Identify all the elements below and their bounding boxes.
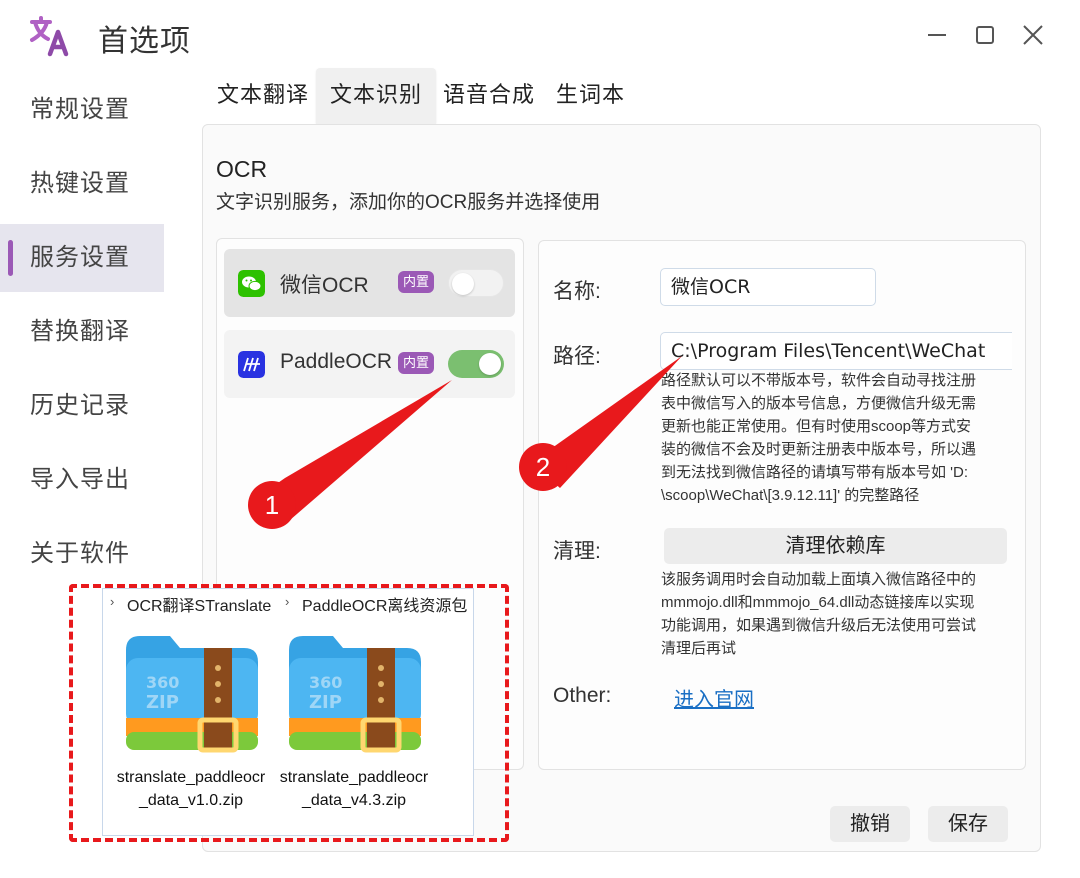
clean-label: 清理: bbox=[553, 540, 601, 563]
builtin-badge: 内置 bbox=[398, 271, 434, 293]
name-label: 名称: bbox=[553, 280, 601, 303]
help-line: mmmojo.dll和mmmojo_64.dll动态链接库以实现 bbox=[661, 594, 975, 611]
zip-icon-label: 360 bbox=[146, 673, 179, 692]
help-line: 到无法找到微信路径的请填写带有版本号如 'D: bbox=[661, 464, 969, 481]
zip-archive-icon: 360 ZIP bbox=[289, 636, 421, 753]
breadcrumb-folder[interactable]: OCR翻译STranslate bbox=[127, 592, 271, 616]
minimize-button[interactable] bbox=[920, 18, 954, 52]
service-item-wechat-ocr[interactable]: 微信OCR 内置 bbox=[224, 249, 515, 317]
close-button[interactable] bbox=[1016, 18, 1050, 52]
cancel-button[interactable]: 撤销 bbox=[830, 806, 910, 842]
tab-text-translate[interactable]: 文本翻译 bbox=[203, 68, 323, 124]
service-toggle-wechat-ocr[interactable] bbox=[448, 269, 504, 297]
minimize-icon bbox=[928, 34, 946, 36]
help-line: 路径默认可以不带版本号，软件会自动寻找注册 bbox=[661, 372, 977, 389]
service-item-paddleocr[interactable]: PaddleOCR 内置 bbox=[224, 330, 515, 398]
wechat-icon bbox=[238, 270, 265, 297]
sidebar-item-replace[interactable]: 替换翻译 bbox=[0, 298, 164, 366]
sidebar-item-general[interactable]: 常规设置 bbox=[0, 76, 164, 144]
tab-vocabulary[interactable]: 生词本 bbox=[542, 68, 639, 124]
sidebar-item-import-export[interactable]: 导入导出 bbox=[0, 446, 164, 514]
close-icon bbox=[1023, 25, 1043, 45]
other-label: Other: bbox=[553, 684, 612, 707]
clean-dependencies-button[interactable]: 清理依赖库 bbox=[664, 528, 1007, 564]
clean-help-text: 该服务调用时会自动加载上面填入微信路径中的 mmmojo.dll和mmmojo_… bbox=[661, 568, 976, 660]
chevron-right-icon: › bbox=[285, 594, 290, 609]
tab-tts[interactable]: 语音合成 bbox=[429, 68, 549, 124]
sidebar-item-services[interactable]: 服务设置 bbox=[0, 224, 164, 292]
toggle-knob bbox=[452, 273, 474, 295]
breadcrumb-folder[interactable]: PaddleOCR离线资源包 bbox=[302, 592, 472, 616]
save-button[interactable]: 保存 bbox=[928, 806, 1008, 842]
title-bar: 首选项 bbox=[0, 0, 1080, 70]
section-description: 文字识别服务，添加你的OCR服务并选择使用 bbox=[216, 192, 601, 213]
window-title: 首选项 bbox=[98, 25, 191, 58]
service-toggle-paddleocr[interactable] bbox=[448, 350, 504, 378]
path-help-text: 路径默认可以不带版本号，软件会自动寻找注册 表中微信写入的版本号信息，方便微信升… bbox=[661, 369, 976, 507]
maximize-button[interactable] bbox=[968, 18, 1002, 52]
help-line: 该服务调用时会自动加载上面填入微信路径中的 bbox=[661, 571, 977, 588]
help-line: \scoop\WeChat\[3.9.12.11]' 的完整路径 bbox=[661, 487, 920, 504]
translate-app-icon bbox=[30, 16, 69, 57]
name-input[interactable]: 微信OCR bbox=[660, 268, 876, 306]
service-name: 微信OCR bbox=[280, 274, 369, 297]
official-site-link[interactable]: 进入官网 bbox=[674, 683, 754, 712]
help-line: 表中微信写入的版本号信息，方便微信升级无需 bbox=[661, 395, 977, 412]
path-input[interactable]: C:\Program Files\Tencent\WeChat bbox=[660, 332, 1012, 370]
maximize-icon bbox=[976, 26, 994, 44]
section-title: OCR bbox=[216, 156, 268, 182]
zip-icon-label: ZIP bbox=[146, 692, 179, 713]
tab-text-ocr[interactable]: 文本识别 bbox=[316, 68, 437, 124]
zip-archive-icon: 360 ZIP bbox=[126, 636, 258, 753]
help-line: 功能调用，如果遇到微信升级后无法使用可尝试 bbox=[661, 617, 977, 634]
zip-icon-label: 360 bbox=[309, 673, 342, 692]
toggle-knob bbox=[479, 353, 501, 375]
paddleocr-icon bbox=[238, 351, 265, 378]
zip-icon-label: ZIP bbox=[309, 692, 342, 713]
path-label: 路径: bbox=[553, 345, 601, 368]
help-line: 清理后再试 bbox=[661, 640, 737, 657]
file-name: stranslate_paddleocr_data_v4.3.zip bbox=[279, 769, 429, 809]
sidebar-item-hotkeys[interactable]: 热键设置 bbox=[0, 150, 164, 218]
builtin-badge: 内置 bbox=[398, 352, 434, 374]
sidebar-item-history[interactable]: 历史记录 bbox=[0, 372, 164, 440]
help-line: 装的微信不会及时更新注册表中版本号，所以遇 bbox=[661, 441, 977, 458]
sidebar-item-about[interactable]: 关于软件 bbox=[0, 520, 164, 588]
file-name: stranslate_paddleocr_data_v1.0.zip bbox=[116, 769, 266, 809]
help-line: 更新也能正常使用。但有时使用scoop等方式安 bbox=[661, 418, 972, 435]
service-name: PaddleOCR bbox=[280, 350, 393, 373]
chevron-right-icon: › bbox=[110, 594, 115, 609]
